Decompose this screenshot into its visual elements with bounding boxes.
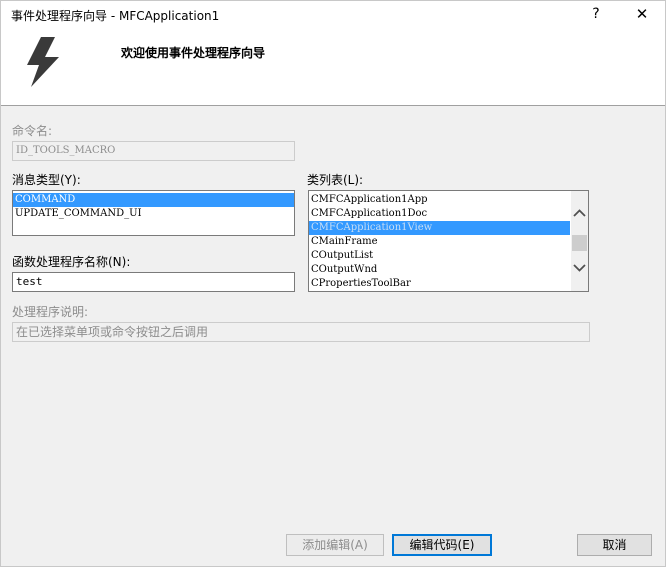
description-field: 在已选择菜单项或命令按钮之后调用 (12, 322, 590, 342)
message-type-listbox[interactable]: COMMAND UPDATE_COMMAND_UI (12, 190, 295, 236)
command-name-field: ID_TOOLS_MACRO (12, 141, 295, 161)
list-item[interactable]: CMFCApplication1Doc (309, 207, 570, 221)
list-item[interactable]: CMainFrame (309, 235, 570, 249)
class-list-label: 类列表(L): (307, 173, 364, 187)
scrollbar-thumb[interactable] (572, 235, 587, 251)
list-item[interactable]: CPropertiesToolBar (309, 277, 570, 291)
close-button[interactable]: ✕ (619, 1, 665, 29)
function-name-label: 函数处理程序名称(N): (12, 255, 131, 269)
chevron-down-icon[interactable] (571, 259, 588, 276)
event-handler-wizard-dialog: 事件处理程序向导 - MFCApplication1 ? ✕ 欢迎使用事件处理程… (0, 0, 666, 567)
list-item[interactable]: CMFCApplication1View (309, 221, 570, 235)
add-edit-button: 添加编辑(A) (286, 534, 384, 556)
command-name-label: 命令名: (12, 124, 53, 138)
lightning-bolt-icon (27, 37, 59, 87)
window-title: 事件处理程序向导 - MFCApplication1 (11, 9, 220, 23)
chevron-up-icon[interactable] (571, 205, 588, 222)
list-item[interactable]: COutputList (309, 249, 570, 263)
class-list-scrollbar[interactable] (571, 191, 588, 291)
description-label: 处理程序说明: (12, 305, 89, 319)
edit-code-button[interactable]: 编辑代码(E) (392, 534, 492, 556)
list-item[interactable]: UPDATE_COMMAND_UI (13, 207, 294, 221)
list-item[interactable]: COMMAND (13, 193, 294, 207)
wizard-title: 欢迎使用事件处理程序向导 (121, 46, 266, 60)
cancel-button[interactable]: 取消 (577, 534, 652, 556)
message-type-label: 消息类型(Y): (12, 173, 81, 187)
class-list-listbox[interactable]: CMFCApplication1App CMFCApplication1Doc … (308, 190, 589, 292)
title-bar: 事件处理程序向导 - MFCApplication1 ? ✕ (1, 1, 665, 29)
list-item[interactable]: COutputWnd (309, 263, 570, 277)
list-item[interactable]: CMFCApplication1App (309, 193, 570, 207)
help-button[interactable]: ? (573, 1, 619, 29)
wizard-header: 欢迎使用事件处理程序向导 (1, 29, 665, 106)
function-name-input[interactable]: test (12, 272, 295, 292)
